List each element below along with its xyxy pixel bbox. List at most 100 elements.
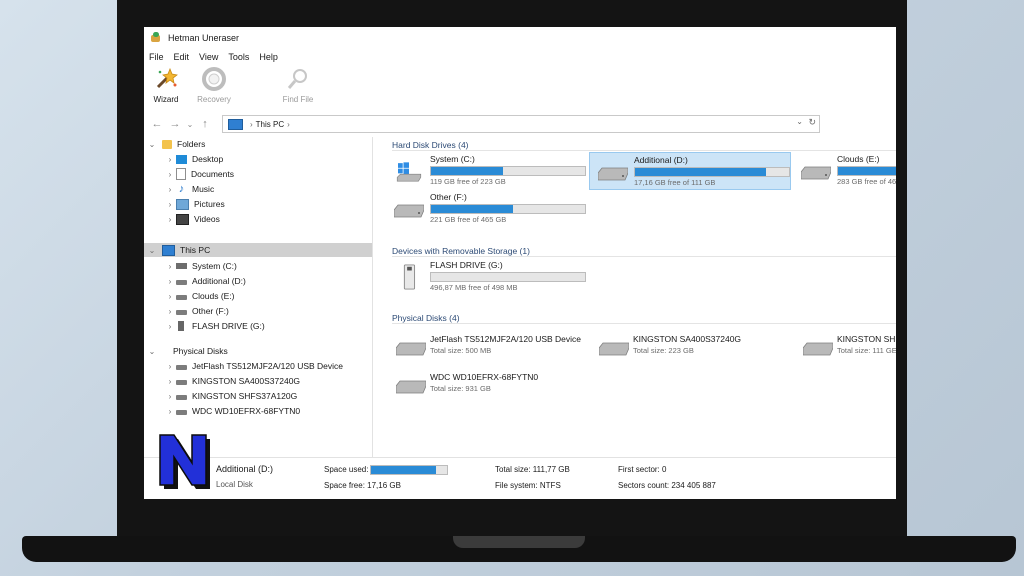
tree-item-kingston-sa400[interactable]: › KINGSTON SA400S37240G: [164, 374, 300, 388]
status-usage-fill: [371, 466, 436, 474]
menu-file[interactable]: File: [144, 52, 169, 62]
wizard-button[interactable]: Wizard: [144, 67, 192, 107]
tree-item-additional-d[interactable]: › Additional (D:): [164, 274, 246, 288]
physical-disk-kingston-shfs[interactable]: KINGSTON SHFS Total size: 111 GE: [795, 332, 896, 362]
drive-free: 17,16 GB free of 111 GB: [634, 178, 716, 187]
tree-item-label: WDC WD10EFRX-68FYTN0: [192, 406, 301, 416]
collapse-chevron-icon[interactable]: ⌄: [146, 246, 158, 255]
tree-item-wdc[interactable]: › WDC WD10EFRX-68FYTN0: [164, 404, 301, 418]
expand-chevron-icon[interactable]: ›: [164, 155, 176, 164]
up-arrow-icon[interactable]: ↑: [196, 118, 214, 130]
expand-chevron-icon[interactable]: ›: [164, 170, 176, 179]
address-dropdown-icon[interactable]: ⌄: [796, 117, 803, 126]
drive-additional-d[interactable]: Additional (D:) 17,16 GB free of 111 GB: [589, 152, 791, 190]
drive-other-f[interactable]: Other (F:) 221 GB free of 465 GB: [386, 190, 586, 226]
expand-chevron-icon[interactable]: ›: [164, 215, 176, 224]
menu-edit[interactable]: Edit: [169, 52, 195, 62]
computer-icon: [162, 244, 175, 256]
disk-size: Total size: 223 GB: [633, 346, 694, 355]
history-chevron-icon[interactable]: ⌄: [184, 120, 196, 129]
navigation-row: ← → ⌄ ↑ › This PC › ⌄ ↻: [144, 113, 896, 135]
collapse-chevron-icon[interactable]: ⌄: [146, 140, 158, 149]
hard-drive-icon: [598, 167, 628, 181]
tree-physical-disks[interactable]: ⌄ Physical Disks: [146, 344, 228, 358]
back-arrow-icon[interactable]: ←: [148, 118, 166, 130]
menu-help[interactable]: Help: [254, 52, 283, 62]
physical-disk-wdc[interactable]: WDC WD10EFRX-68FYTN0 Total size: 931 GB: [388, 370, 588, 400]
recovery-button[interactable]: Recovery: [188, 67, 240, 107]
tree-item-videos[interactable]: › Videos: [164, 212, 220, 226]
expand-chevron-icon[interactable]: ›: [164, 377, 176, 386]
hard-drive-icon: [599, 342, 629, 356]
tree-item-label: Music: [192, 184, 215, 194]
status-file-system: File system: NTFS: [495, 481, 561, 490]
expand-chevron-icon[interactable]: ›: [164, 407, 176, 416]
drive-name: Additional (D:): [634, 155, 688, 165]
collapse-chevron-icon[interactable]: ⌄: [146, 347, 158, 356]
menu-view[interactable]: View: [194, 52, 223, 62]
tree-item-jetflash[interactable]: › JetFlash TS512MJF2A/120 USB Device: [164, 359, 343, 373]
status-sectors-count: Sectors count: 234 405 887: [618, 481, 716, 490]
drives-pane: Hard Disk Drives (4) System (C:) 119 GB …: [380, 137, 896, 457]
disk-name: WDC WD10EFRX-68FYTN0: [430, 372, 539, 382]
find-file-button[interactable]: Find File: [272, 67, 324, 107]
expand-chevron-icon[interactable]: ›: [164, 292, 176, 301]
music-note-icon: ♪: [178, 183, 185, 195]
tree-item-documents[interactable]: › Documents: [164, 167, 234, 181]
address-bar[interactable]: › This PC › ⌄ ↻: [222, 115, 820, 133]
expand-chevron-icon[interactable]: ›: [164, 362, 176, 371]
hard-drive-icon: [801, 166, 831, 180]
tree-item-pictures[interactable]: › Pictures: [164, 197, 225, 211]
physical-disk-kingston-sa400[interactable]: KINGSTON SA400S37240G Total size: 223 GB: [591, 332, 791, 362]
tree-item-label: Additional (D:): [192, 276, 246, 286]
hard-drive-icon: [396, 342, 426, 356]
tree-item-flash-g[interactable]: › FLASH DRIVE (G:): [164, 319, 265, 333]
tree-item-music[interactable]: › ♪ Music: [164, 182, 215, 196]
disk-icon: [176, 364, 187, 370]
disk-size: Total size: 111 GE: [837, 346, 896, 355]
disk-name: KINGSTON SA400S37240G: [633, 334, 742, 344]
status-space-free: Space free: 17,16 GB: [324, 481, 401, 490]
expand-chevron-icon[interactable]: ›: [164, 277, 176, 286]
drive-flash-g[interactable]: FLASH DRIVE (G:) 496,87 MB free of 498 M…: [386, 258, 586, 294]
tree-folders[interactable]: ⌄ Folders: [146, 137, 372, 151]
drive-system-c[interactable]: System (C:) 119 GB free of 223 GB: [386, 152, 586, 188]
drive-free: 119 GB free of 223 GB: [430, 177, 506, 186]
address-path: This PC: [255, 119, 285, 129]
usage-bar: [430, 166, 586, 176]
path-separator-icon: ›: [287, 119, 290, 129]
drive-free: 496,87 MB free of 498 MB: [430, 283, 518, 292]
expand-chevron-icon[interactable]: ›: [164, 307, 176, 316]
tree-this-pc[interactable]: ⌄ This PC: [144, 243, 372, 257]
menu-tools[interactable]: Tools: [223, 52, 254, 62]
recovery-lifebuoy-icon: [202, 67, 226, 91]
tree-item-desktop[interactable]: › Desktop: [164, 152, 224, 166]
drive-clouds-e[interactable]: Clouds (E:) 283 GB free of 46: [793, 152, 896, 188]
magnifier-icon: [286, 67, 310, 91]
refresh-icon[interactable]: ↻: [808, 117, 816, 128]
forward-arrow-icon[interactable]: →: [166, 118, 184, 130]
physical-disk-jetflash[interactable]: JetFlash TS512MJF2A/120 USB Device Total…: [388, 332, 588, 362]
system-drive-icon: [176, 263, 187, 269]
tree-item-clouds-e[interactable]: › Clouds (E:): [164, 289, 235, 303]
tree-item-system-c[interactable]: › System (C:): [164, 259, 237, 273]
tree-item-kingston-shfs[interactable]: › KINGSTON SHFS37A120G: [164, 389, 298, 403]
divider: [392, 256, 896, 257]
hard-drive-icon: [394, 204, 424, 218]
expand-chevron-icon[interactable]: ›: [164, 262, 176, 271]
app-icon: [150, 32, 162, 44]
expand-chevron-icon[interactable]: ›: [164, 392, 176, 401]
tree-item-other-f[interactable]: › Other (F:): [164, 304, 229, 318]
expand-chevron-icon[interactable]: ›: [164, 200, 176, 209]
status-usage-bar: [370, 465, 448, 475]
video-icon: [176, 213, 189, 225]
tree-item-label: Clouds (E:): [192, 291, 235, 301]
tree-item-label: FLASH DRIVE (G:): [192, 321, 265, 331]
tree-folders-label: Folders: [177, 139, 206, 149]
wizard-label: Wizard: [153, 95, 179, 104]
expand-chevron-icon[interactable]: ›: [164, 322, 176, 331]
drive-name: Clouds (E:): [837, 154, 880, 164]
status-total-size: Total size: 111,77 GB: [495, 465, 570, 474]
usage-fill: [431, 205, 513, 213]
expand-chevron-icon[interactable]: ›: [164, 185, 176, 194]
